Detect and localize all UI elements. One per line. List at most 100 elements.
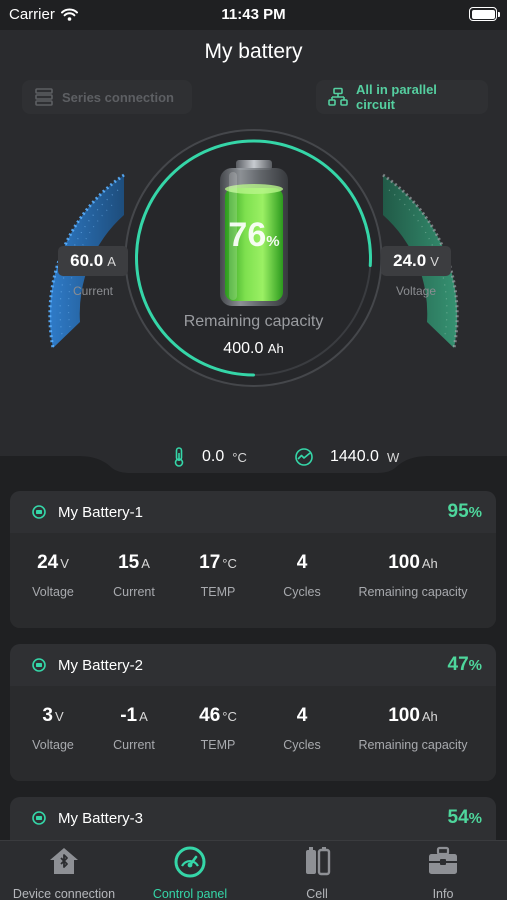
battery-percent-sign: % bbox=[468, 657, 482, 674]
tab-cell[interactable]: Cell bbox=[254, 841, 380, 900]
parallel-circuit-label: All in parallel circuit bbox=[356, 82, 437, 112]
temperature-value: 0.0 bbox=[202, 448, 225, 465]
voltage-value: 24.0 bbox=[393, 251, 427, 270]
power-info: 1440.0 W bbox=[294, 447, 399, 467]
battery-name: My Battery-2 bbox=[58, 656, 144, 674]
battery-percent-sign: % bbox=[468, 504, 482, 521]
remaining-capacity-label: Remaining capacity bbox=[183, 313, 324, 330]
metric-value: 15 bbox=[118, 552, 140, 573]
series-connection-button[interactable]: Series connection bbox=[22, 80, 192, 114]
metric-value: 46 bbox=[199, 705, 221, 726]
power-gauge-icon bbox=[295, 448, 313, 466]
info-strip bbox=[0, 442, 507, 474]
battery-cells-icon bbox=[306, 847, 331, 876]
current-readout: 60.0 A bbox=[58, 246, 128, 276]
metric-temp: 17 °C TEMP bbox=[199, 552, 237, 599]
battery-name: My Battery-3 bbox=[58, 809, 144, 827]
battery-card-header: My Battery-3 54% bbox=[10, 797, 496, 839]
battery-percent: 95% bbox=[448, 501, 482, 523]
battery-percent-sign: % bbox=[468, 810, 482, 827]
metric-current: 15 A Current bbox=[113, 552, 155, 599]
metric-unit: Ah bbox=[421, 709, 438, 724]
metric-value: 24 bbox=[37, 552, 59, 573]
metric-value: 3 bbox=[42, 705, 53, 726]
status-bar: Carrier 11:43 PM bbox=[0, 0, 507, 30]
metric-label: Remaining capacity bbox=[358, 738, 468, 752]
metric-voltage: 24 V Voltage bbox=[32, 552, 74, 599]
metric-value: 100 bbox=[388, 552, 420, 573]
metric-remaining: 100 Ah Remaining capacity bbox=[358, 552, 467, 599]
remaining-capacity-unit: Ah bbox=[267, 341, 284, 356]
capacity-percent-sign: % bbox=[266, 233, 280, 250]
metric-current: -1 A Current bbox=[113, 705, 155, 752]
battery-percent-value: 47 bbox=[447, 654, 469, 675]
metric-label: Current bbox=[113, 585, 155, 599]
metric-unit: A bbox=[139, 709, 148, 724]
capacity-percent-value: 76 bbox=[228, 216, 267, 254]
metric-unit: Ah bbox=[421, 556, 438, 571]
metric-value: 4 bbox=[296, 705, 308, 726]
clock: 11:43 PM bbox=[221, 6, 286, 23]
tab-label: Cell bbox=[306, 887, 328, 900]
battery-status-icon bbox=[32, 658, 46, 672]
temperature-unit: °C bbox=[232, 449, 247, 465]
metric-unit: V bbox=[60, 556, 69, 571]
battery-name: My Battery-1 bbox=[58, 503, 144, 521]
metric-unit: °C bbox=[222, 709, 237, 724]
status-battery-icon bbox=[469, 7, 500, 21]
metric-cycles: 4 Cycles bbox=[283, 705, 321, 752]
thermometer-icon bbox=[174, 447, 184, 467]
battery-status-icon bbox=[32, 505, 46, 519]
current-label: Current bbox=[72, 284, 113, 298]
metric-label: Remaining capacity bbox=[358, 585, 468, 599]
battery-card[interactable]: My Battery-2 47% 3V Voltage -1 A Current … bbox=[10, 644, 496, 781]
parallel-circuit-button[interactable]: All in parallel circuit bbox=[316, 80, 488, 114]
metric-value: 4 bbox=[296, 552, 308, 573]
series-connection-label: Series connection bbox=[62, 89, 174, 105]
battery-card[interactable]: My Battery-1 95% 24 V Voltage 15 A Current… bbox=[10, 491, 496, 628]
current-value: 60.0 bbox=[70, 251, 104, 270]
metric-unit: °C bbox=[222, 556, 237, 571]
tab-device-connection[interactable]: Device connection bbox=[1, 841, 127, 900]
battery-percent: 54% bbox=[448, 807, 482, 829]
metric-label: TEMP bbox=[200, 738, 236, 752]
metric-cycles: 4 Cycles bbox=[283, 552, 321, 599]
speedometer-icon bbox=[174, 846, 206, 878]
voltage-unit: V bbox=[430, 254, 439, 269]
capacity-percent: 76% bbox=[224, 216, 284, 255]
battery-card-header: My Battery-1 95% bbox=[10, 491, 496, 533]
tab-info[interactable]: Info bbox=[380, 841, 506, 900]
metric-label: Voltage bbox=[32, 585, 74, 599]
battery-metrics: 24 V Voltage 15 A Current 17 °C TEMP 4 Cycl… bbox=[10, 533, 496, 628]
metric-label: Voltage bbox=[32, 738, 74, 752]
voltage-label: Voltage bbox=[395, 284, 437, 298]
toolbox-icon bbox=[429, 846, 457, 874]
tab-control-panel[interactable]: Control panel bbox=[127, 841, 253, 900]
battery-percent-value: 95 bbox=[447, 501, 469, 522]
remaining-capacity-value: 400.0 bbox=[223, 340, 264, 357]
tab-bar: Device connection Control panel Cell Inf… bbox=[0, 840, 507, 900]
tab-label: Control panel bbox=[152, 887, 228, 900]
metric-label: TEMP bbox=[200, 585, 236, 599]
series-icon bbox=[35, 88, 53, 106]
metric-value: 17 bbox=[199, 552, 221, 573]
power-unit: W bbox=[386, 449, 400, 465]
battery-percent-value: 54 bbox=[447, 807, 469, 828]
power-value: 1440.0 bbox=[330, 448, 379, 465]
metric-label: Cycles bbox=[283, 585, 321, 599]
metric-voltage: 3V Voltage bbox=[32, 705, 74, 752]
metric-temp: 46 °C TEMP bbox=[199, 705, 237, 752]
home-bluetooth-icon bbox=[50, 848, 78, 874]
temperature-info: 0.0 °C bbox=[172, 447, 247, 467]
parallel-icon bbox=[328, 87, 348, 106]
tab-label: Device connection bbox=[12, 887, 116, 900]
metric-unit: V bbox=[54, 709, 64, 724]
current-unit: A bbox=[107, 254, 116, 269]
voltage-readout: 24.0 V bbox=[381, 246, 451, 276]
battery-status-icon bbox=[32, 811, 46, 825]
metric-remaining: 100 Ah Remaining capacity bbox=[358, 705, 467, 752]
metric-label: Cycles bbox=[283, 738, 321, 752]
metric-value: 100 bbox=[388, 705, 420, 726]
metric-value: -1 bbox=[120, 705, 138, 726]
remaining-capacity-readout: 400.0 Ah bbox=[0, 340, 507, 358]
